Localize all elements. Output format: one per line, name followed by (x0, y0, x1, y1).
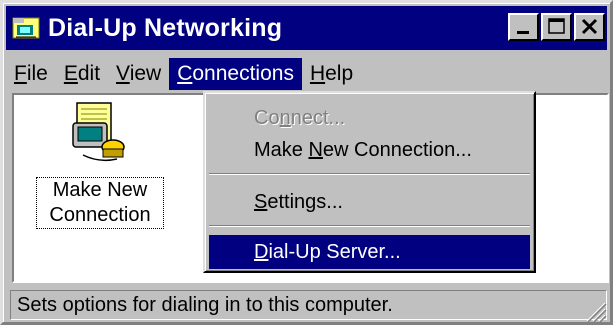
minimize-button[interactable] (508, 13, 539, 41)
menu-help[interactable]: Help (302, 58, 361, 90)
menu-edit-mnemonic: E (63, 62, 78, 85)
status-text: Sets options for dialing in to this comp… (10, 290, 607, 320)
menu-item-settings[interactable]: Settings... (209, 185, 530, 219)
minimize-icon (517, 31, 529, 34)
maximize-icon (548, 18, 565, 34)
menu-edit[interactable]: Edit (56, 58, 108, 90)
dialup-server-label-post: ial-Up Server... (268, 241, 401, 263)
close-button[interactable] (574, 13, 605, 41)
make-new-connection-icon[interactable] (69, 101, 127, 165)
menu-bar: File Edit View Connections Help (6, 55, 607, 93)
menu-file[interactable]: File (6, 58, 56, 90)
menu-view[interactable]: View (108, 58, 169, 90)
menu-item-make-new-connection[interactable]: Make New Connection... (209, 133, 530, 167)
dialup-networking-window: Dial-Up Networking File Edit View Connec… (0, 0, 613, 325)
maximize-button[interactable] (541, 13, 572, 41)
close-icon (581, 18, 598, 35)
menu-edit-label: dit (77, 62, 101, 85)
title-bar[interactable]: Dial-Up Networking (6, 6, 607, 50)
make-new-connection-label[interactable]: Make New Connection (36, 177, 164, 229)
status-bar: Sets options for dialing in to this comp… (6, 287, 607, 323)
connect-mnemonic: n (279, 107, 291, 129)
window-title: Dial-Up Networking (48, 13, 283, 42)
dialup-server-mnemonic: D (254, 241, 269, 263)
menu-separator (209, 225, 530, 227)
menu-item-connect[interactable]: Connect... (209, 101, 530, 135)
dialup-networking-icon[interactable] (12, 15, 40, 41)
menu-view-mnemonic: V (116, 62, 130, 85)
settings-label-post: ettings... (267, 191, 343, 213)
make-new-label-post: ew Connection... (322, 139, 472, 161)
menu-file-label: ile (26, 62, 48, 85)
menu-connections-mnemonic: C (177, 62, 193, 85)
menu-separator (209, 173, 530, 175)
make-new-mnemonic: N (308, 139, 323, 161)
menu-connections[interactable]: Connections (169, 58, 302, 90)
menu-help-mnemonic: H (309, 62, 326, 85)
menu-file-mnemonic: F (14, 62, 27, 85)
menu-view-label: iew (129, 62, 162, 85)
menu-item-dialup-server[interactable]: Dial-Up Server... (209, 235, 530, 269)
settings-mnemonic: S (254, 191, 268, 213)
icon-label-line2: Connection (49, 204, 151, 226)
menu-connections-label: onnections (192, 62, 294, 85)
connect-label-pre: Co (254, 107, 280, 129)
connections-menu: Connect... Make New Connection... Settin… (203, 91, 536, 273)
connect-label-post: nect... (290, 107, 346, 129)
icon-label-line1: Make New (52, 179, 148, 201)
menu-help-label: elp (325, 62, 354, 85)
resize-grip-icon[interactable] (579, 295, 607, 323)
make-new-label-pre: Make (254, 139, 309, 161)
